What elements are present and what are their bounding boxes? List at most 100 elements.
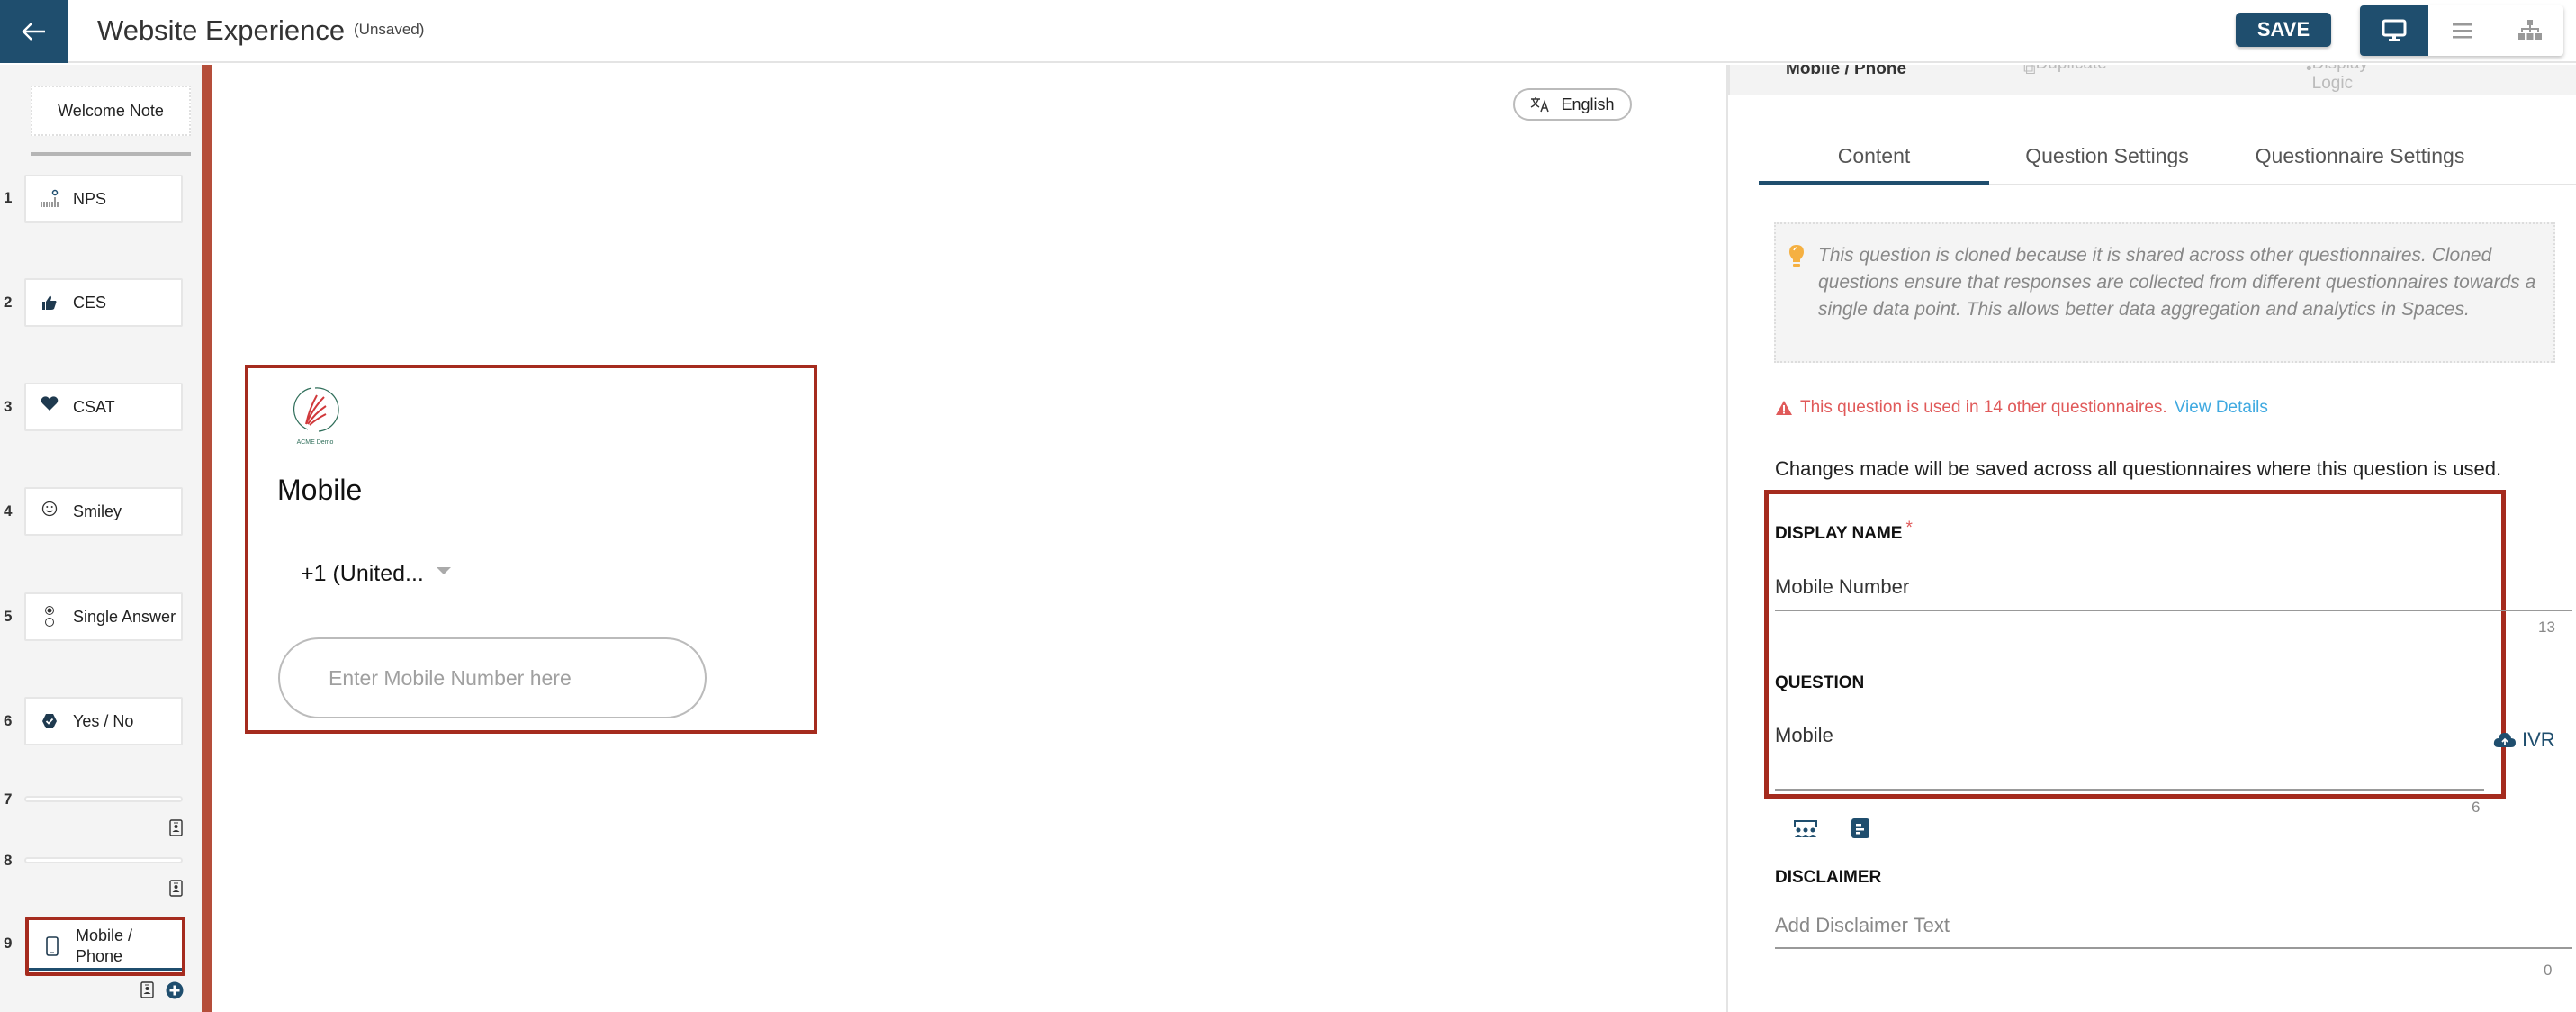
question-label: Mobile / Phone: [76, 926, 132, 967]
cloud-upload-icon: [2493, 733, 2516, 747]
usage-warning: This question is used in 14 other questi…: [1775, 398, 2268, 418]
duplicate-label: Duplicate: [2036, 65, 2107, 74]
question-label-line1: Mobile /: [76, 926, 133, 944]
back-button[interactable]: [0, 0, 68, 63]
desktop-view-button[interactable]: [2360, 5, 2428, 56]
question-card-nps[interactable]: NPS: [24, 175, 183, 223]
mobile-icon: [29, 936, 76, 956]
arrow-left-icon: [22, 23, 45, 41]
disclaimer-label: DISCLAIMER: [1775, 868, 1882, 887]
list-icon: [2452, 23, 2472, 39]
display-logic-button[interactable]: • Display Logic: [2306, 65, 2368, 93]
question-card-yes-no[interactable]: Yes / No: [24, 697, 183, 745]
unsaved-status: (Unsaved): [354, 21, 425, 38]
translate-icon: [1531, 97, 1550, 113]
country-code-dropdown[interactable]: +1 (United...: [301, 561, 451, 587]
question-number: 5: [4, 608, 13, 625]
welcome-separator: [31, 152, 191, 156]
question-char-count: 6: [2472, 799, 2481, 816]
sidebar-resize-handle[interactable]: [202, 65, 212, 1012]
display-name-char-count: 13: [2538, 619, 2555, 636]
preview-question-title: Mobile: [277, 474, 363, 506]
top-header: Website Experience (Unsaved) SAVE: [0, 0, 2576, 63]
page-title: Website Experience: [97, 14, 346, 46]
question-label: CSAT: [73, 397, 115, 416]
question-preview-card: ACME Demo Mobile +1 (United...: [245, 365, 817, 734]
lightbulb-icon: [1788, 244, 1805, 274]
question-number: 4: [4, 502, 13, 520]
question-label: CES: [73, 293, 107, 312]
display-name-label: DISPLAY NAME *: [1775, 519, 1913, 544]
question-card-empty[interactable]: [24, 796, 183, 802]
question-label: Smiley: [73, 501, 122, 520]
welcome-note-card[interactable]: Welcome Note: [31, 86, 191, 136]
duplicate-button[interactable]: ⧉ Duplicate: [2023, 65, 2107, 79]
contact-card-icon[interactable]: [140, 981, 154, 1003]
tab-question-settings[interactable]: Question Settings: [1989, 133, 2225, 185]
view-mode-toggle: [2360, 5, 2563, 56]
question-label: NPS: [73, 189, 107, 208]
sitemap-icon: [2517, 20, 2542, 40]
tab-questionnaire-settings[interactable]: Questionnaire Settings: [2225, 133, 2495, 185]
question-card-ces[interactable]: CES: [24, 278, 183, 327]
question-card-empty[interactable]: [24, 857, 183, 863]
question-number: 1: [4, 189, 13, 206]
display-logic-label: Display Logic: [2311, 65, 2368, 93]
info-text: This question is cloned because it is sh…: [1818, 245, 2536, 320]
radio-icon: [26, 605, 73, 628]
question-card-csat[interactable]: CSAT: [24, 383, 183, 431]
heart-icon: [26, 396, 73, 411]
save-button[interactable]: SAVE: [2236, 13, 2331, 47]
add-question-icon[interactable]: [166, 981, 184, 1004]
monitor-icon: [2382, 19, 2407, 41]
nps-icon: [26, 189, 73, 209]
question-toolbar-strip: Mobile / Phone ⧉ Duplicate • Display Log…: [1728, 65, 2576, 95]
question-name: Mobile / Phone: [1786, 65, 1907, 78]
caret-down-icon: [436, 566, 451, 574]
acme-logo: ACME Demo: [288, 384, 342, 447]
cloned-question-info: This question is cloned because it is sh…: [1774, 222, 2555, 363]
mobile-number-input[interactable]: [278, 637, 707, 718]
ivr-label: IVR: [2522, 728, 2555, 751]
ivr-upload-button[interactable]: IVR: [2493, 728, 2555, 752]
question-label-line2: Phone: [76, 947, 123, 965]
smiley-icon: [26, 501, 73, 517]
question-number: 3: [4, 398, 13, 415]
editor-tabs: Content Question Settings Questionnaire …: [1759, 133, 2576, 185]
question-label: QUESTION: [1775, 673, 1865, 692]
question-label: Single Answer: [73, 607, 176, 626]
question-card-smiley[interactable]: Smiley: [24, 487, 183, 536]
thumbs-up-icon: [26, 294, 73, 311]
required-mark: *: [1905, 519, 1913, 538]
warning-text: This question is used in 14 other questi…: [1800, 398, 2167, 417]
display-name-input[interactable]: [1775, 565, 2572, 611]
question-card-single-answer[interactable]: Single Answer: [24, 592, 183, 641]
country-code-value: +1 (United...: [301, 561, 424, 586]
question-editor-panel: Mobile / Phone ⧉ Duplicate • Display Log…: [1728, 65, 2576, 1012]
list-view-button[interactable]: [2428, 5, 2496, 56]
question-number: 7: [4, 791, 13, 808]
contact-card-icon[interactable]: [169, 819, 183, 841]
audience-icon[interactable]: [1793, 819, 1818, 845]
logo-caption: ACME Demo: [297, 439, 334, 446]
changes-note: Changes made will be saved across all qu…: [1775, 457, 2502, 480]
question-number: 6: [4, 712, 13, 729]
display-name-label-text: DISPLAY NAME: [1775, 524, 1903, 543]
question-number: 9: [4, 935, 13, 952]
question-preview-canvas: English ACME Demo Mobile +1 (United...: [212, 65, 1728, 1012]
question-number: 8: [4, 852, 13, 869]
flow-view-button[interactable]: [2496, 5, 2563, 56]
question-list-sidebar: Welcome Note 1 NPS 2 CES 3 CSAT 4 Smiley…: [0, 65, 202, 1012]
contact-card-icon[interactable]: [169, 880, 183, 901]
language-label: English: [1561, 95, 1615, 113]
question-number: 2: [4, 294, 13, 311]
tab-content[interactable]: Content: [1759, 133, 1989, 185]
form-field-icon[interactable]: [1851, 818, 1870, 844]
view-details-link[interactable]: View Details: [2175, 398, 2268, 418]
disclaimer-input[interactable]: [1775, 904, 2572, 949]
disclaimer-char-count: 0: [2544, 962, 2553, 979]
question-label: Yes / No: [73, 711, 134, 730]
language-selector[interactable]: English: [1513, 88, 1632, 121]
question-text-input[interactable]: [1775, 713, 2484, 791]
question-card-mobile-phone[interactable]: Mobile / Phone: [25, 917, 185, 976]
